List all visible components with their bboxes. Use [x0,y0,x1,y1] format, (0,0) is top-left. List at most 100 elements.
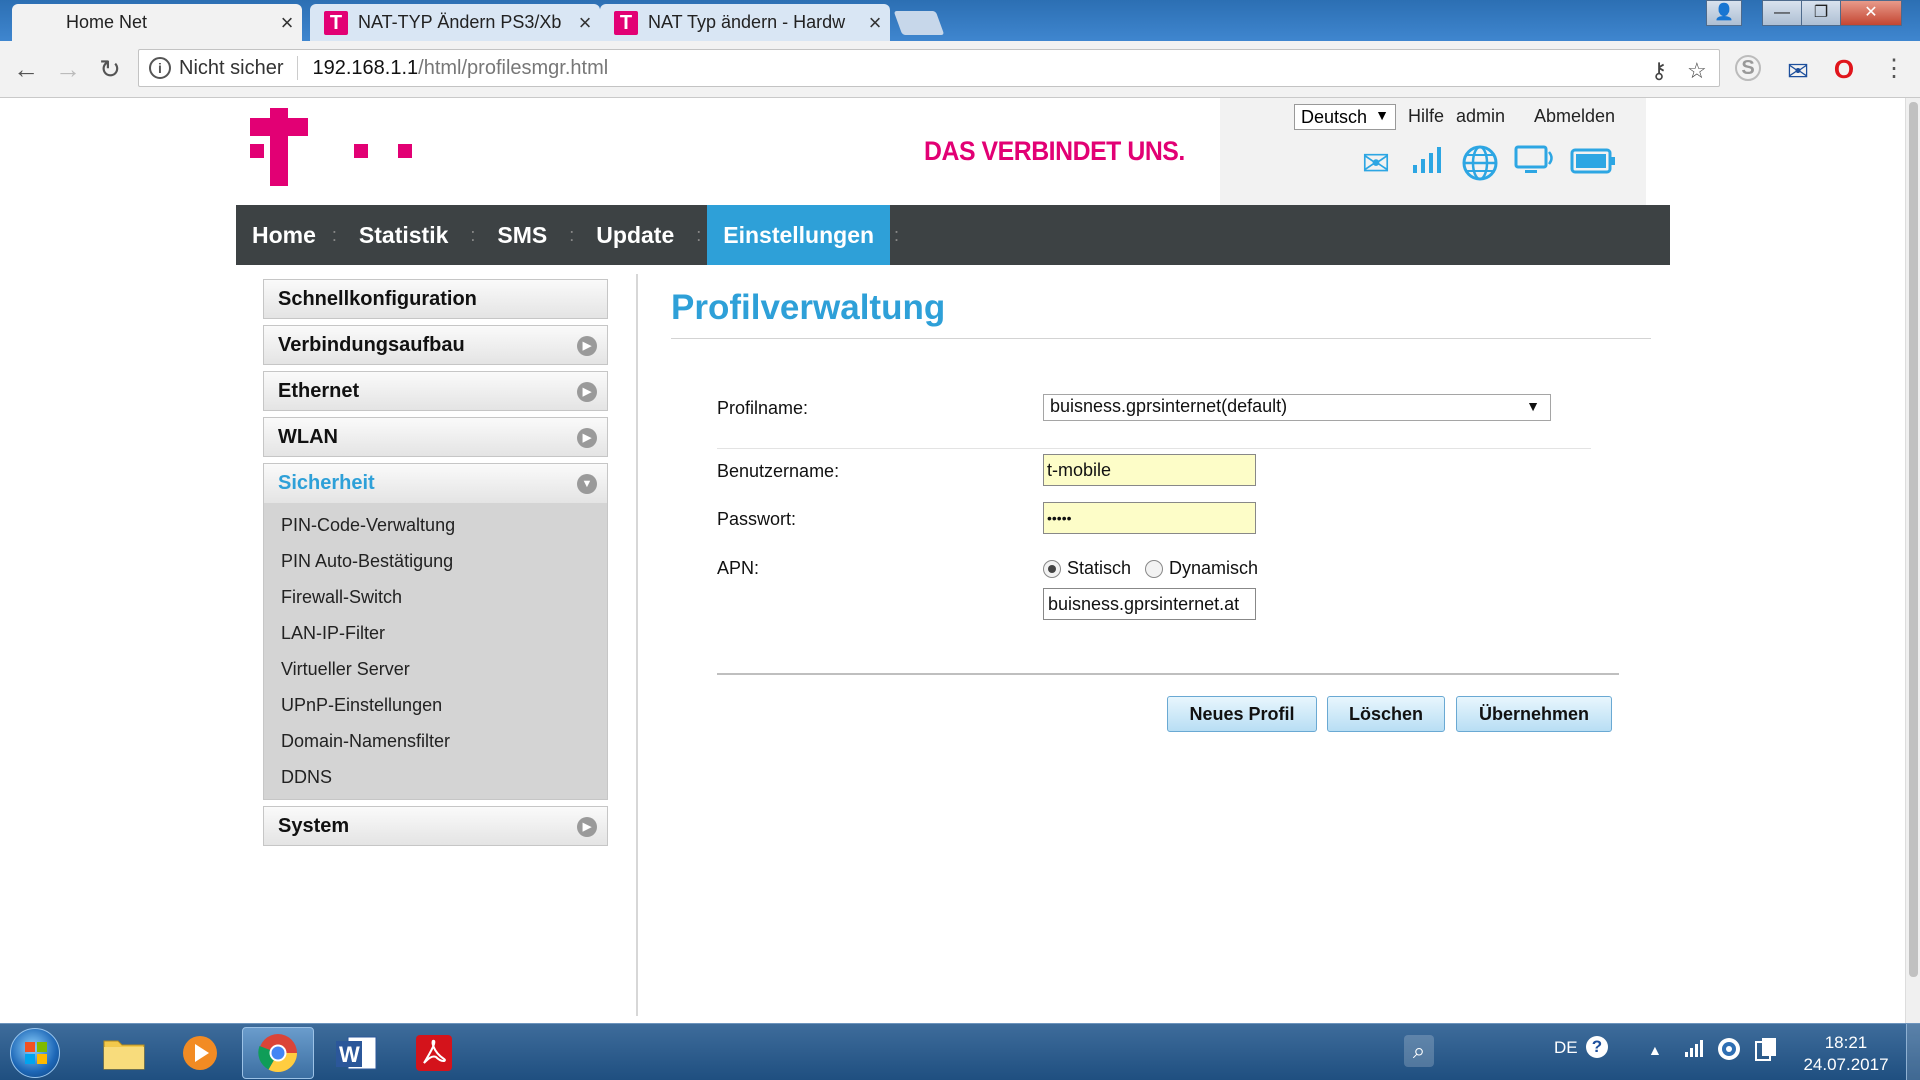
show-hidden-icons[interactable]: ▲ [1648,1042,1662,1058]
scrollbar-thumb[interactable] [1909,102,1918,977]
system-clock[interactable]: 18:21 24.07.2017 [1796,1032,1896,1076]
bookmark-star-icon[interactable]: ☆ [1687,58,1707,84]
delete-button[interactable]: Löschen [1327,696,1445,732]
search-icon[interactable]: ⌕ [1404,1035,1434,1067]
sidebar-item-label: Verbindungsaufbau [278,334,465,356]
nav-home[interactable]: Home [236,205,332,265]
main-nav: Home : Statistik : SMS : Update : Einste… [236,205,1670,265]
sidebar-item-wlan[interactable]: WLAN ▶ [263,417,608,457]
username-field[interactable] [1043,454,1256,486]
sidebar-item-ethernet[interactable]: Ethernet ▶ [263,371,608,411]
divider [717,673,1619,675]
network-signal-icon[interactable] [1684,1038,1704,1063]
sidebar-subitem-virtual-server[interactable]: Virtueller Server [264,651,607,687]
show-desktop-button[interactable] [1906,1024,1920,1080]
router-ui: DAS VERBINDET UNS. Deutsch ▼ Hilfe admin… [236,98,1670,1023]
mail-extension-icon[interactable]: ✉ [1784,57,1812,85]
chrome-icon[interactable] [242,1027,314,1079]
logout-link[interactable]: Abmelden [1534,106,1615,127]
settings-sidebar: Schnellkonfiguration Verbindungsaufbau ▶… [263,279,608,852]
help-link[interactable]: Hilfe [1408,106,1444,127]
username-label: Benutzername: [717,461,840,481]
tab-nat-typ-ps3[interactable]: T NAT-TYP Ändern PS3/Xb × [310,4,600,41]
svg-text:W: W [339,1042,360,1067]
skype-icon[interactable]: S [1735,55,1761,81]
help-icon[interactable]: ? [1586,1036,1608,1058]
profile-select-value: buisness.gprsinternet(default) [1050,396,1288,416]
chevron-right-icon: ▶ [577,428,597,448]
menu-icon[interactable]: ⋮ [1880,55,1908,83]
chevron-right-icon: ▶ [577,817,597,837]
page-viewport: DAS VERBINDET UNS. Deutsch ▼ Hilfe admin… [0,98,1905,1023]
mail-icon[interactable]: ✉ [1356,144,1396,184]
apn-static-radio[interactable]: Statisch [1043,558,1131,579]
forward-icon[interactable]: → [52,53,84,85]
tab-close-icon[interactable]: × [860,10,890,36]
password-field[interactable]: ••••• [1043,502,1256,534]
signal-icon [1408,144,1444,184]
monitor-icon [1512,144,1558,184]
sidebar-item-verbindungsaufbau[interactable]: Verbindungsaufbau ▶ [263,325,608,365]
media-player-icon[interactable] [164,1027,236,1079]
key-icon[interactable]: ⚷ [1651,58,1667,84]
info-icon[interactable]: i [149,57,171,79]
new-profile-button[interactable]: Neues Profil [1167,696,1317,732]
sidebar-item-system[interactable]: System ▶ [263,806,608,846]
apn-field[interactable] [1043,588,1256,620]
start-button[interactable] [10,1028,60,1078]
globe-icon [1460,144,1500,184]
sidebar-subitem-upnp[interactable]: UPnP-Einstellungen [264,687,607,723]
apply-button[interactable]: Übernehmen [1456,696,1612,732]
profile-select[interactable]: buisness.gprsinternet(default) ▼ [1043,394,1551,421]
nav-update[interactable]: Update [574,205,696,265]
opera-icon[interactable]: O [1830,55,1858,83]
sidebar-item-sicherheit[interactable]: Sicherheit ▼ [263,463,608,503]
explorer-icon[interactable] [88,1027,160,1079]
sidebar-item-schnellkonfiguration[interactable]: Schnellkonfiguration [263,279,608,319]
sidebar-subitem-firewall[interactable]: Firewall-Switch [264,579,607,615]
browser-toolbar: ← → ↻ i Nicht sicher 192.168.1.1/html/pr… [0,41,1920,98]
minimize-button[interactable]: — [1762,0,1802,26]
device-icon[interactable] [1754,1036,1778,1067]
nav-statistik[interactable]: Statistik [337,205,470,265]
restore-button[interactable]: ❐ [1801,0,1841,26]
tab-close-icon[interactable]: × [570,10,600,36]
sidebar-item-label: Ethernet [278,380,360,402]
input-language[interactable]: DE [1554,1038,1578,1058]
nav-einstellungen[interactable]: Einstellungen [707,205,891,265]
sidebar-item-label: Schnellkonfiguration [278,288,477,310]
profile-name-label: Profilname: [717,398,809,418]
apn-static-label: Statisch [1067,558,1132,578]
chevron-down-icon: ▼ [1375,107,1389,123]
sidebar-subitem-ddns[interactable]: DDNS [264,759,607,795]
tab-home-net[interactable]: Home Net × [12,4,302,41]
tab-nat-typ-hardware[interactable]: T NAT Typ ändern - Hardw × [600,4,890,41]
tab-title: NAT Typ ändern - Hardw [648,12,846,32]
close-window-button[interactable]: ✕ [1840,0,1902,26]
security-label[interactable]: Nicht sicher [179,57,283,80]
reload-icon[interactable]: ↻ [94,53,126,85]
language-select[interactable]: Deutsch ▼ [1294,104,1396,130]
address-bar[interactable]: i Nicht sicher 192.168.1.1/html/profiles… [138,49,1720,87]
sync-icon[interactable] [1716,1036,1742,1067]
apn-dynamic-radio[interactable]: Dynamisch [1145,558,1258,579]
back-icon[interactable]: ← [10,53,42,85]
nav-sms[interactable]: SMS [475,205,569,265]
scrollbar[interactable] [1905,98,1920,1023]
sidebar-subitem-pin-auto[interactable]: PIN Auto-Bestätigung [264,543,607,579]
url-text[interactable]: 192.168.1.1/html/profilesmgr.html [312,57,608,80]
acrobat-icon[interactable] [398,1027,470,1079]
word-icon[interactable]: W [320,1027,392,1079]
tab-close-icon[interactable]: × [272,10,302,36]
sidebar-subitem-domain-filter[interactable]: Domain-Namensfilter [264,723,607,759]
user-profile-button[interactable]: 👤 [1706,0,1742,26]
nav-separator: : [696,224,702,245]
sidebar-subitem-lan-ip-filter[interactable]: LAN-IP-Filter [264,615,607,651]
page-title: Profilverwaltung [671,288,1651,339]
chevron-down-icon: ▼ [1526,398,1540,414]
browser-tab-bar: Home Net × T NAT-TYP Ändern PS3/Xb × T N… [0,0,1920,41]
telekom-logo[interactable] [250,108,430,188]
sidebar-item-label: System [278,815,350,837]
new-tab-button[interactable] [893,11,945,35]
sidebar-subitem-pin-code[interactable]: PIN-Code-Verwaltung [264,507,607,543]
